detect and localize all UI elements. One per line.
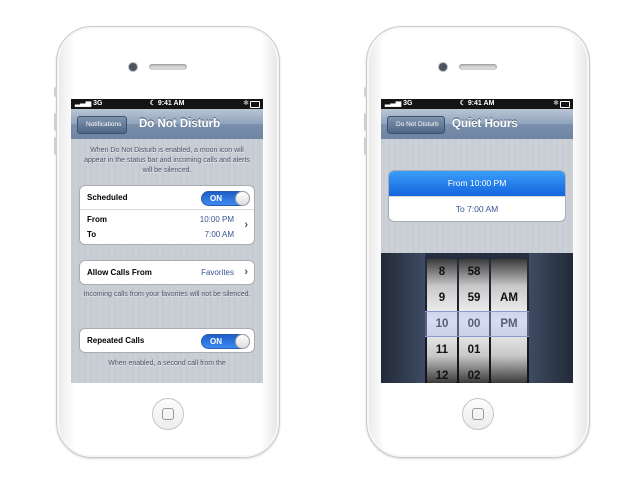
screen: ▂▃▅ 3G ☾ 9:41 AM ✱ Do Not Disturb Quiet …	[381, 99, 573, 383]
front-camera	[129, 63, 137, 71]
chevron-right-icon: ›	[244, 219, 248, 231]
picker-frame-right	[529, 253, 573, 383]
allow-calls-group: Allow Calls From Favorites ›	[79, 260, 255, 285]
time-label: 9:41 AM	[157, 100, 185, 107]
volume-down-button	[54, 137, 57, 155]
bluetooth-icon: ✱	[553, 100, 559, 107]
navigation-bar: Notifications Do Not Disturb	[71, 109, 263, 140]
ampm-item	[491, 337, 527, 363]
to-time-row[interactable]: To 7:00 AM	[389, 196, 565, 221]
home-button[interactable]	[462, 398, 494, 430]
intro-text: When Do Not Disturb is enabled, a moon i…	[84, 147, 250, 174]
time-label: 9:41 AM	[467, 100, 495, 107]
page-title: Do Not Disturb	[139, 118, 221, 130]
switch-knob	[235, 334, 250, 349]
repeated-calls-group: Repeated Calls ON	[79, 328, 255, 353]
bluetooth-icon: ✱	[243, 100, 249, 107]
chevron-right-icon: ›	[244, 266, 248, 278]
home-button[interactable]	[152, 398, 184, 430]
volume-up-button	[54, 113, 57, 131]
volume-up-button	[364, 113, 367, 131]
switch-on-label: ON	[210, 337, 222, 346]
to-label: To	[87, 230, 97, 239]
picker-selection-indicator	[425, 311, 529, 337]
hour-item: 12	[435, 370, 449, 382]
ampm-item	[491, 259, 527, 285]
time-picker[interactable]: 8 9 10 11 12 58 59 00 01 02 AM PM	[381, 253, 573, 383]
status-time: ☾ 9:41 AM	[459, 100, 495, 107]
ampm-item: AM	[500, 292, 518, 304]
schedule-times-row[interactable]: From To 10:00 PM 7:00 AM ›	[80, 209, 254, 244]
repeated-calls-switch[interactable]: ON	[201, 334, 250, 349]
mute-switch	[54, 87, 57, 97]
minute-item: 58	[467, 266, 481, 278]
page-title: Quiet Hours	[452, 118, 518, 130]
battery-icon	[560, 101, 570, 108]
front-camera	[439, 63, 447, 71]
switch-on-label: ON	[210, 194, 222, 203]
quiet-hours-group: From 10:00 PM To 7:00 AM	[388, 170, 566, 222]
repeated-calls-row: Repeated Calls ON	[80, 329, 254, 352]
scheduled-row: Scheduled ON	[80, 186, 254, 209]
scheduled-label: Scheduled	[87, 193, 128, 202]
home-square-icon	[472, 408, 484, 420]
minute-item: 01	[467, 344, 481, 356]
hour-item: 11	[435, 344, 449, 356]
minute-item: 59	[467, 292, 481, 304]
switch-knob	[235, 191, 250, 206]
battery-icon	[250, 101, 260, 108]
settings-list: When Do Not Disturb is enabled, a moon i…	[71, 139, 263, 383]
screen: ▂▃▅ 3G ☾ 9:41 AM ✱ Notifications Do Not …	[71, 99, 263, 383]
allow-calls-row[interactable]: Allow Calls From Favorites ›	[80, 261, 254, 284]
back-button[interactable]: Do Not Disturb	[387, 116, 445, 134]
home-square-icon	[162, 408, 174, 420]
earpiece-speaker	[459, 64, 497, 70]
earpiece-speaker	[149, 64, 187, 70]
picker-frame-left	[381, 253, 425, 383]
repeated-calls-label: Repeated Calls	[87, 336, 145, 345]
quiet-hours-content: From 10:00 PM To 7:00 AM	[381, 139, 573, 269]
back-button[interactable]: Notifications	[77, 116, 128, 134]
allow-calls-label: Allow Calls From	[87, 268, 152, 277]
volume-down-button	[364, 137, 367, 155]
hour-item: 8	[438, 266, 446, 278]
phone-left: ▂▃▅ 3G ☾ 9:41 AM ✱ Notifications Do Not …	[54, 26, 280, 458]
navigation-bar: Do Not Disturb Quiet Hours	[381, 109, 573, 140]
hour-item: 9	[438, 292, 446, 304]
minute-item: 02	[467, 370, 481, 382]
from-time-row[interactable]: From 10:00 PM	[389, 171, 565, 196]
from-value: 10:00 PM	[199, 215, 234, 224]
scheduled-group: Scheduled ON From To 10:00 PM 7:00 AM ›	[79, 185, 255, 245]
to-value: 7:00 AM	[204, 230, 234, 239]
phone-right: ▂▃▅ 3G ☾ 9:41 AM ✱ Do Not Disturb Quiet …	[364, 26, 590, 458]
allow-calls-footer: Incoming calls from your favorites will …	[83, 291, 251, 298]
allow-calls-value: Favorites	[201, 268, 234, 277]
repeated-calls-footer: When enabled, a second call from the	[108, 360, 226, 367]
status-bar: ▂▃▅ 3G ☾ 9:41 AM ✱	[71, 99, 263, 109]
status-bar: ▂▃▅ 3G ☾ 9:41 AM ✱	[381, 99, 573, 109]
from-label: From	[87, 215, 107, 224]
mute-switch	[364, 87, 367, 97]
scheduled-switch[interactable]: ON	[201, 191, 250, 206]
ampm-item	[491, 363, 527, 383]
status-time: ☾ 9:41 AM	[149, 100, 185, 107]
